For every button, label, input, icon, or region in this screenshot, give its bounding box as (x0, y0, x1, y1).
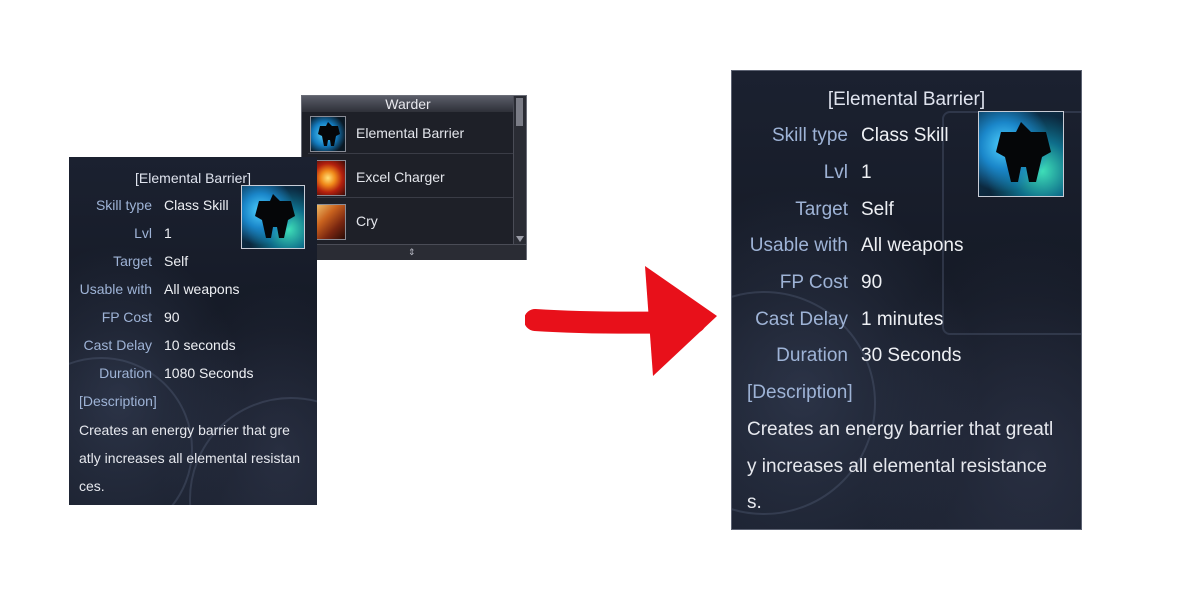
skill-label: Elemental Barrier (356, 125, 465, 141)
skill-list-item-elemental-barrier[interactable]: Elemental Barrier (308, 114, 514, 154)
row-value: 1 (164, 225, 172, 241)
description-header: [Description] (747, 382, 853, 403)
row-value: Class Skill (164, 197, 229, 213)
description-line: Creates an energy barrier that gre (79, 422, 290, 438)
description-line: ces. (79, 478, 105, 494)
description-line: y increases all elemental resistance (747, 456, 1047, 477)
skill-list-item-cry[interactable]: Cry (308, 202, 514, 242)
row-label: FP Cost (101, 309, 152, 325)
row-label: Usable with (749, 235, 848, 256)
tooltip-title: [Elemental Barrier] (827, 89, 986, 110)
row-label: Duration (99, 365, 152, 381)
row-label: FP Cost (779, 272, 848, 293)
scroll-down-icon[interactable] (516, 236, 524, 242)
row-value: Self (861, 199, 894, 220)
row-value: All weapons (861, 235, 964, 256)
elemental-barrier-icon (241, 185, 305, 249)
warder-window-title-bar[interactable]: Warder (302, 96, 514, 112)
row-label: Lvl (134, 225, 152, 241)
row-label: Cast Delay (755, 309, 848, 330)
skill-list-scrollbar[interactable] (513, 96, 526, 244)
scrollbar-thumb[interactable] (516, 98, 523, 126)
description-line: Creates an energy barrier that greatl (747, 419, 1054, 440)
row-value: 1 (861, 162, 872, 183)
row-value: 1080 Seconds (164, 365, 254, 381)
row-label: Target (795, 199, 848, 220)
resize-handle-icon[interactable]: ⇕ (408, 247, 416, 257)
skill-tooltip-before: [Elemental Barrier] Skill type Class Ski… (69, 157, 317, 505)
row-value: 90 (164, 309, 180, 325)
warder-window-title: Warder (385, 96, 431, 112)
row-label: Usable with (79, 281, 152, 297)
row-label: Skill type (95, 197, 152, 213)
row-label: Target (113, 253, 152, 269)
skill-tooltip-after: [Elemental Barrier] Skill type Class Ski… (731, 70, 1082, 530)
row-value: Self (164, 253, 189, 269)
warder-skill-window: Warder Elemental Barrier Excel Charger C… (301, 95, 527, 260)
row-value: All weapons (164, 281, 240, 297)
row-value: 90 (861, 272, 883, 293)
row-value: 1 minutes (861, 309, 944, 330)
row-label: Skill type (771, 125, 848, 146)
description-header: [Description] (79, 393, 157, 409)
skill-label: Cry (356, 213, 378, 229)
arrow-right-icon (525, 266, 717, 376)
elemental-barrier-icon (978, 111, 1064, 197)
row-value: Class Skill (861, 125, 949, 146)
skill-list-item-excel-charger[interactable]: Excel Charger (308, 158, 514, 198)
row-label: Cast Delay (83, 337, 152, 353)
row-value: 10 seconds (164, 337, 236, 353)
description-line: atly increases all elemental resistan (79, 450, 300, 466)
elemental-barrier-icon (310, 116, 346, 152)
tooltip-title: [Elemental Barrier] (135, 170, 251, 186)
row-label: Duration (776, 345, 848, 366)
window-footer: ⇕ (302, 244, 526, 260)
description-line: s. (747, 492, 762, 513)
row-value: 30 Seconds (861, 345, 962, 366)
skill-label: Excel Charger (356, 169, 445, 185)
row-label: Lvl (823, 162, 848, 183)
